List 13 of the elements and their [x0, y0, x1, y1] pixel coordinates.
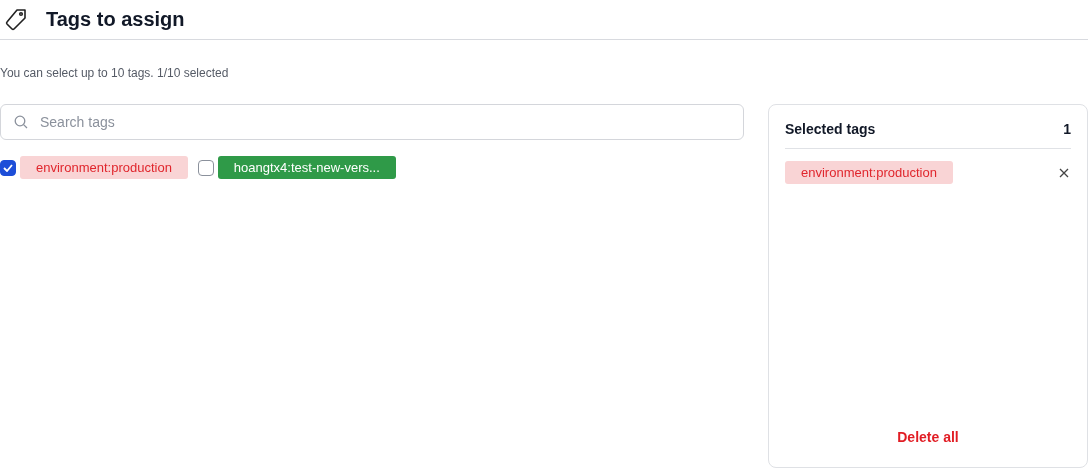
panel-title: Selected tags: [785, 121, 876, 137]
checkbox[interactable]: [197, 159, 214, 176]
selected-count: 1: [1063, 121, 1071, 137]
selection-hint: You can select up to 10 tags. 1/10 selected: [0, 66, 230, 80]
tag-chip[interactable]: hoangtx4:test-new-vers...: [217, 156, 396, 179]
delete-all-button[interactable]: Delete all: [895, 427, 961, 447]
search-field[interactable]: Search tags: [0, 104, 744, 140]
checkmark-icon: [3, 163, 13, 172]
checkbox[interactable]: [0, 159, 16, 176]
page-title: Tags to assign: [46, 8, 185, 31]
tag-chip: environment:production: [785, 161, 953, 184]
tag-chip[interactable]: environment:production: [20, 156, 188, 179]
tag-icon: [4, 7, 28, 32]
